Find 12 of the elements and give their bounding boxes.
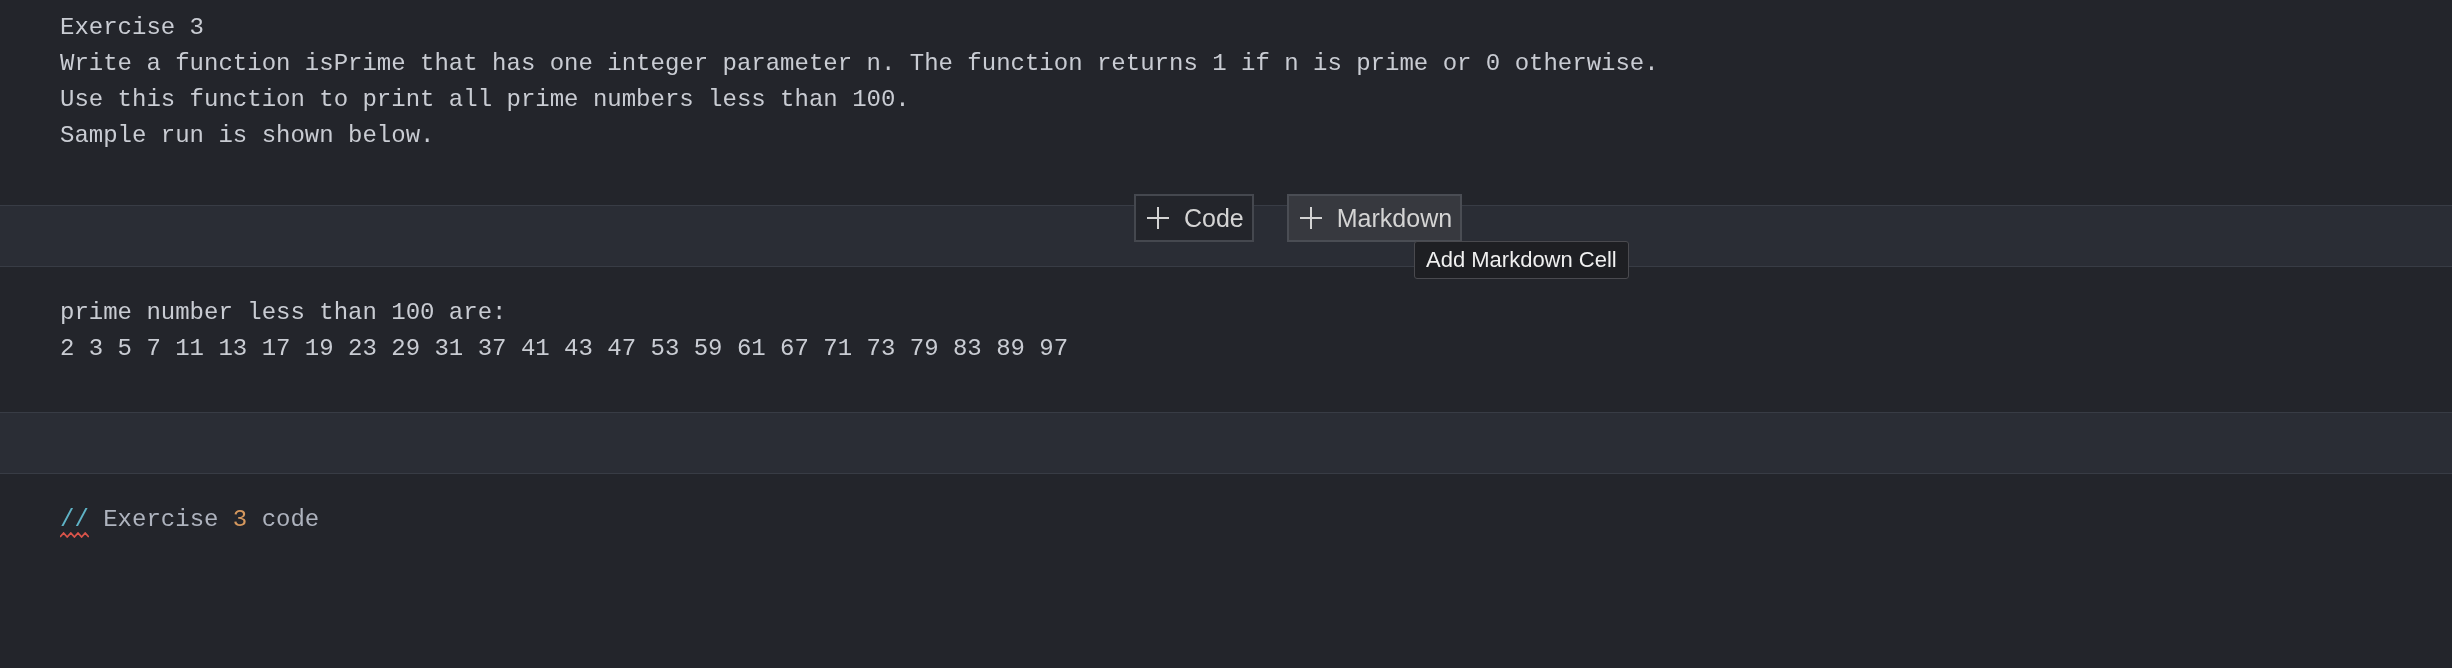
- text-line: 2 3 5 7 11 13 17 19 23 29 31 37 41 43 47 53 59 61 67 71 73 79 83 89 97: [60, 334, 1069, 364]
- text-line: Use this function to print all prime numbers less than 100.: [60, 85, 910, 115]
- add-cell-button[interactable]: Code: [1134, 194, 1254, 242]
- plus-icon: [1146, 206, 1170, 230]
- text-line: Sample run is shown below.: [60, 121, 435, 151]
- add-cell-button[interactable]: Markdown: [1286, 194, 1463, 242]
- plus-icon: [1298, 206, 1323, 230]
- text-line: Write a function isPrime that has one integer parameter n. The function returns 1 if n is prime or 0 otherwise.: [60, 49, 1659, 79]
- tooltip: Add Markdown Cell: [1414, 241, 1629, 279]
- text-line: prime number less than 100 are:: [60, 298, 507, 328]
- code-line: // Exercise 3 code: [60, 502, 320, 538]
- text-line: Exercise 3: [60, 13, 205, 43]
